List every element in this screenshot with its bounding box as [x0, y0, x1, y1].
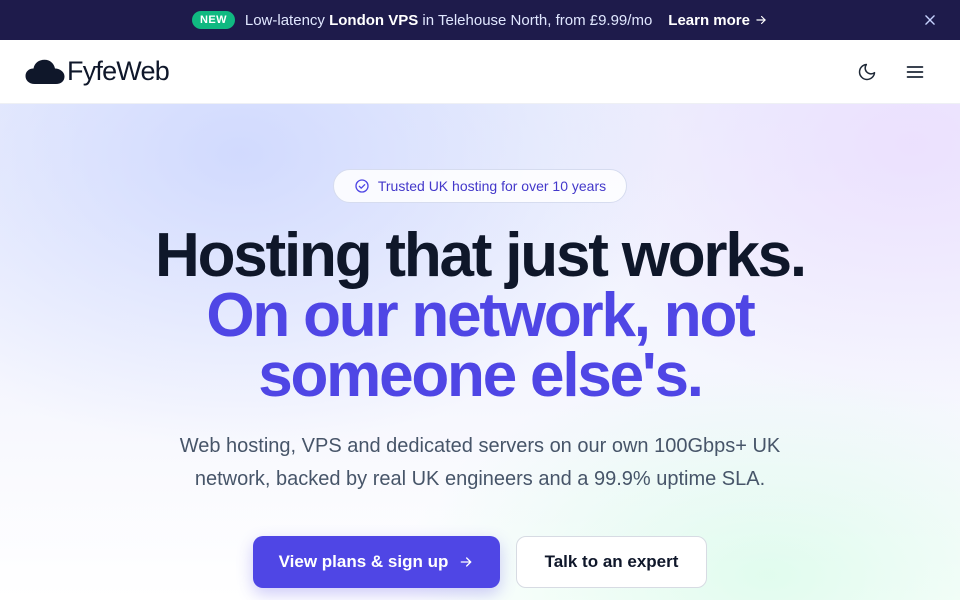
trust-pill-text: Trusted UK hosting for over 10 years [377, 178, 607, 194]
talk-to-expert-button[interactable]: Talk to an expert [516, 536, 707, 588]
logo[interactable]: FyfeWeb [25, 56, 170, 87]
arrow-right-icon [461, 557, 472, 567]
hero-headline: Hosting that just works. On our network,… [0, 221, 960, 410]
view-plans-button[interactable]: View plans & sign up [253, 536, 500, 588]
cloud-icon [25, 59, 65, 84]
announcement-text-after: in Telehouse North, from £9.99/mo [418, 11, 653, 29]
talk-to-expert-label: Talk to an expert [544, 552, 679, 571]
arrow-right-icon [756, 15, 766, 25]
moon-icon [858, 63, 876, 80]
announcement-bar: NEW Low-latency London VPS in Telehouse … [0, 0, 960, 40]
check-circle-icon [355, 179, 369, 193]
subtext-line-2: network, backed by real UK engineers and… [194, 468, 766, 490]
site-header: FyfeWeb [0, 40, 960, 104]
hero-subtext: Web hosting, VPS and dedicated servers o… [150, 430, 810, 496]
close-icon [925, 15, 935, 25]
close-announcement-button[interactable] [920, 10, 940, 30]
hero-section: Trusted UK hosting for over 10 years Hos… [0, 104, 960, 600]
theme-toggle-button[interactable] [854, 59, 880, 85]
announcement-text-bold: London VPS [329, 11, 419, 29]
headline-line-1: Hosting that just works. [155, 221, 807, 290]
header-actions [854, 59, 928, 85]
trust-pill: Trusted UK hosting for over 10 years [333, 169, 627, 203]
subtext-line-1: Web hosting, VPS and dedicated servers o… [179, 435, 781, 457]
new-badge: NEW [192, 11, 235, 29]
announcement-text: Low-latency London VPS in Telehouse Nort… [245, 12, 652, 29]
view-plans-label: View plans & sign up [278, 552, 449, 571]
headline-accent-line-1: On our network, not [206, 281, 755, 350]
menu-button[interactable] [902, 59, 928, 85]
hamburger-menu-icon [906, 65, 924, 78]
headline-accent-line-2: someone else's. [258, 341, 704, 410]
learn-more-link[interactable]: Learn more [668, 12, 768, 29]
announcement-content: NEW Low-latency London VPS in Telehouse … [192, 11, 768, 29]
learn-more-label: Learn more [668, 11, 750, 29]
announcement-text-before: Low-latency [244, 11, 330, 29]
logo-text: FyfeWeb [67, 56, 170, 86]
